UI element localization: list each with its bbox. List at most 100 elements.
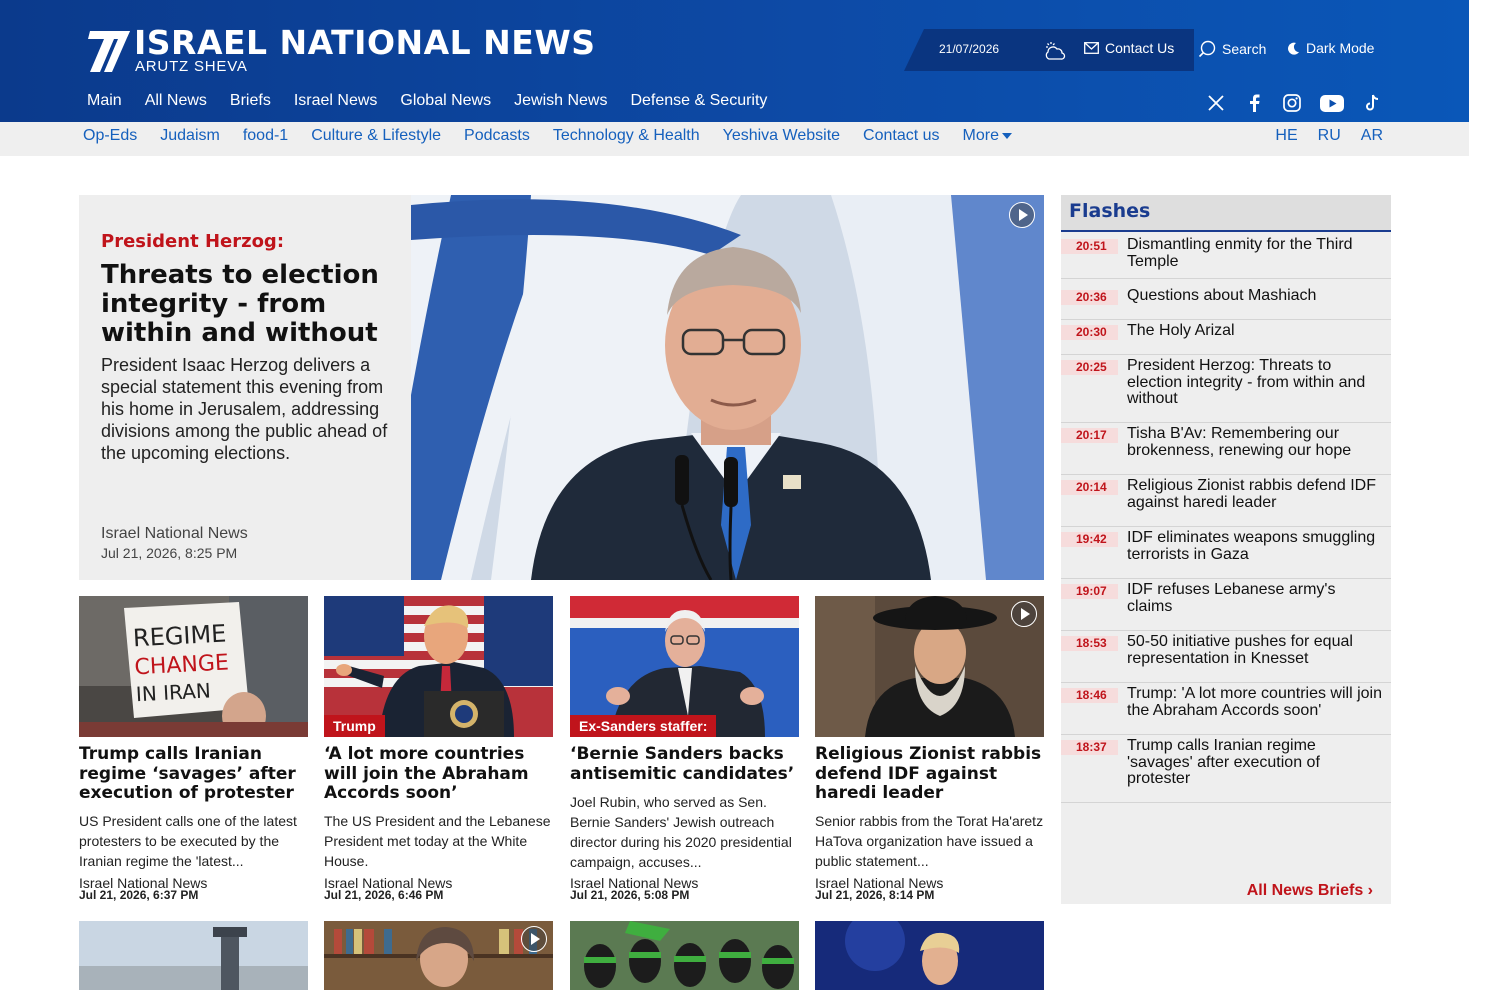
nav-briefs[interactable]: Briefs xyxy=(230,92,271,110)
subnav-culture-lifestyle[interactable]: Culture & Lifestyle xyxy=(311,127,441,145)
article-card[interactable]: REGIME CHANGE IN IRAN Trump calls Irania… xyxy=(79,596,308,906)
flash-time: 20:30 xyxy=(1061,325,1118,340)
hero-article[interactable]: President Herzog: Threats to election in… xyxy=(79,195,1044,580)
flash-text[interactable]: President Herzog: Threats to election in… xyxy=(1127,357,1382,408)
flash-text[interactable]: Dismantling enmity for the Third Temple xyxy=(1127,236,1382,270)
article-card[interactable]: Religious Zionist rabbis defend IDF agai… xyxy=(815,596,1044,906)
card-summary: Senior rabbis from the Torat Ha'aretz Ha… xyxy=(815,813,1044,869)
nav-defense-security[interactable]: Defense & Security xyxy=(630,92,767,110)
lang-ar[interactable]: AR xyxy=(1361,127,1383,145)
article-card-image[interactable] xyxy=(324,921,553,990)
flash-item[interactable]: 18:46 Trump: 'A lot more countries will … xyxy=(1061,683,1391,735)
card-title[interactable]: Trump calls Iranian regime ‘savages’ aft… xyxy=(79,744,308,804)
nav-israel-news[interactable]: Israel News xyxy=(294,92,378,110)
subnav-more-dropdown[interactable]: More xyxy=(963,127,1012,145)
flash-item[interactable]: 20:14 Religious Zionist rabbis defend ID… xyxy=(1061,475,1391,527)
facebook-icon[interactable] xyxy=(1243,93,1265,113)
card-image[interactable] xyxy=(815,596,1044,737)
flash-text[interactable]: IDF eliminates weapons smuggling terrori… xyxy=(1127,529,1382,563)
video-play-icon[interactable] xyxy=(1009,202,1035,228)
nav-all-news[interactable]: All News xyxy=(145,92,207,110)
nav-jewish-news[interactable]: Jewish News xyxy=(514,92,607,110)
hero-summary: President Isaac Herzog delivers a specia… xyxy=(101,355,388,463)
subnav-contact-us[interactable]: Contact us xyxy=(863,127,939,145)
article-card-image[interactable] xyxy=(570,921,799,990)
hero-meta: Israel National News Jul 21, 2026, 8:25 … xyxy=(101,525,248,561)
sign-line-2: CHANGE xyxy=(134,650,230,680)
card-date: Jul 21, 2026, 8:14 PM xyxy=(815,888,935,902)
moon-icon xyxy=(1288,42,1299,55)
card-image[interactable]: Trump xyxy=(324,596,553,737)
card-title[interactable]: Religious Zionist rabbis defend IDF agai… xyxy=(815,744,1044,804)
brand-subtitle: ARUTZ SHEVA xyxy=(135,58,248,75)
x-icon[interactable] xyxy=(1205,93,1227,113)
card-title[interactable]: ‘Bernie Sanders backs antisemitic candid… xyxy=(570,744,799,784)
flash-item[interactable]: 19:07 IDF refuses Lebanese army's claims xyxy=(1061,579,1391,631)
subnav-judaism[interactable]: Judaism xyxy=(160,127,220,145)
contact-us-link[interactable]: Contact Us xyxy=(1084,40,1174,56)
flash-item[interactable]: 20:17 Tisha B'Av: Remembering our broken… xyxy=(1061,423,1391,475)
card-tag: Ex-Sanders staffer: xyxy=(570,715,717,737)
card-image[interactable]: Ex-Sanders staffer: xyxy=(570,596,799,737)
flash-text[interactable]: 50-50 initiative pushes for equal repres… xyxy=(1127,633,1382,667)
flash-time: 20:14 xyxy=(1061,480,1118,495)
card-image[interactable]: REGIME CHANGE IN IRAN xyxy=(79,596,308,737)
militants-photo-illustration xyxy=(570,921,799,990)
youtube-icon[interactable] xyxy=(1319,93,1345,113)
flash-time: 20:25 xyxy=(1061,360,1118,375)
flash-item[interactable]: 18:37 Trump calls Iranian regime 'savage… xyxy=(1061,735,1391,803)
rabbi-photo-illustration xyxy=(815,596,1044,737)
dark-mode-toggle[interactable]: Dark Mode xyxy=(1288,40,1374,56)
flash-item[interactable]: 18:53 50-50 initiative pushes for equal … xyxy=(1061,631,1391,683)
card-title[interactable]: ‘A lot more countries will join the Abra… xyxy=(324,744,553,804)
flash-text[interactable]: Religious Zionist rabbis defend IDF agai… xyxy=(1127,477,1382,511)
search-button[interactable]: Search xyxy=(1198,40,1266,58)
hero-kicker: President Herzog: xyxy=(101,231,285,252)
lang-ru[interactable]: RU xyxy=(1318,127,1341,145)
flashes-title: Flashes xyxy=(1069,200,1151,222)
contact-us-label: Contact Us xyxy=(1105,40,1175,56)
article-card-image[interactable] xyxy=(815,921,1044,990)
card-summary: The US President and the Lebanese Presid… xyxy=(324,813,551,869)
utility-bar: 21/07/2026 Contact Us Search Dark Mode xyxy=(904,29,1394,71)
nav-global-news[interactable]: Global News xyxy=(400,92,491,110)
language-switcher: HE RU AR xyxy=(1275,127,1383,145)
stage-photo-illustration xyxy=(815,921,1044,990)
article-card[interactable]: Trump ‘A lot more countries will join th… xyxy=(324,596,553,906)
instagram-icon[interactable] xyxy=(1281,93,1303,113)
flash-item[interactable]: 20:30 The Holy Arizal xyxy=(1061,320,1391,355)
flash-text[interactable]: IDF refuses Lebanese army's claims xyxy=(1127,581,1382,615)
flash-time: 18:46 xyxy=(1061,688,1118,703)
flash-item[interactable]: 20:36 Questions about Mashiach xyxy=(1061,285,1391,320)
subnav-yeshiva-website[interactable]: Yeshiva Website xyxy=(723,127,840,145)
weather-icon[interactable] xyxy=(1042,38,1066,60)
flash-item[interactable]: 20:25 President Herzog: Threats to elect… xyxy=(1061,355,1391,423)
tiktok-icon[interactable] xyxy=(1361,93,1383,113)
flash-item[interactable]: 20:51 Dismantling enmity for the Third T… xyxy=(1061,234,1391,279)
lang-he[interactable]: HE xyxy=(1275,127,1297,145)
flash-text[interactable]: Questions about Mashiach xyxy=(1127,287,1382,305)
video-play-icon[interactable] xyxy=(521,926,547,952)
envelope-icon xyxy=(1084,42,1099,54)
dark-mode-label: Dark Mode xyxy=(1306,40,1375,56)
flash-text[interactable]: Tisha B'Av: Remembering our brokenness, … xyxy=(1127,425,1382,459)
hero-headline[interactable]: Threats to election integrity - from wit… xyxy=(101,261,397,348)
subnav-op-eds[interactable]: Op-Eds xyxy=(83,127,137,145)
sign-line-1: REGIME xyxy=(132,620,227,653)
subnav-food[interactable]: food-1 xyxy=(243,127,288,145)
article-card[interactable]: Ex-Sanders staffer: ‘Bernie Sanders back… xyxy=(570,596,799,906)
article-card-image[interactable] xyxy=(79,921,308,990)
all-news-briefs-link[interactable]: All News Briefs › xyxy=(1247,882,1373,900)
flash-item[interactable]: 19:42 IDF eliminates weapons smuggling t… xyxy=(1061,527,1391,579)
nav-main[interactable]: Main xyxy=(87,92,122,110)
protest-sign-illustration: REGIME CHANGE IN IRAN xyxy=(79,596,308,737)
hero-photo-illustration xyxy=(411,195,1044,580)
subnav-technology-health[interactable]: Technology & Health xyxy=(553,127,700,145)
video-play-icon[interactable] xyxy=(1011,601,1037,627)
flash-text[interactable]: The Holy Arizal xyxy=(1127,322,1382,340)
flash-text[interactable]: Trump calls Iranian regime 'savages' aft… xyxy=(1127,737,1382,788)
flash-text[interactable]: Trump: 'A lot more countries will join t… xyxy=(1127,685,1382,719)
subnav-podcasts[interactable]: Podcasts xyxy=(464,127,530,145)
hero-image[interactable] xyxy=(411,195,1044,580)
flash-time: 19:07 xyxy=(1061,584,1118,599)
